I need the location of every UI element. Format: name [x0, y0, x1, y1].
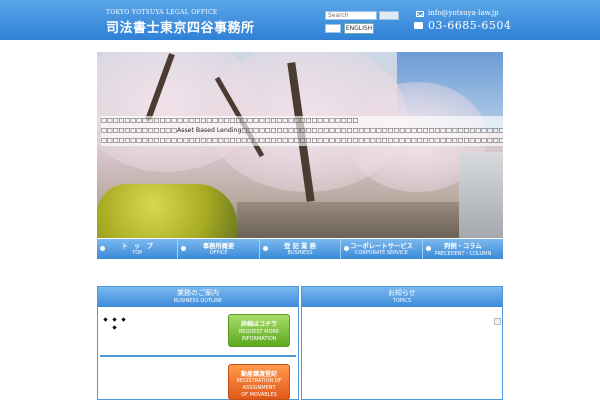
brand-logo[interactable]: 司法書士東京四谷事務所: [106, 17, 255, 36]
panel-divider: [100, 355, 296, 357]
nav-item-precedent-column[interactable]: 判例・コラム PRECEDENT・COLUMN: [422, 239, 504, 259]
button-label-en: REGISTRATION OF: [236, 378, 282, 384]
topics-scrollbar[interactable]: [494, 318, 501, 325]
button-label-en: OF MOVABLES: [241, 392, 277, 398]
nav-label-en: OFFICE: [209, 250, 228, 256]
main-nav: ト ッ プ TOP 事務所概要 OFFICE 登 記 業 務 BUSINESS …: [97, 239, 504, 259]
nav-label-en: BUSINESS: [287, 250, 313, 256]
hero-text: □□□□□□□□□□□□□□□□□□□□□□□□□□□□□□□□□□□□□□□□…: [101, 116, 503, 146]
nav-label-en: PRECEDENT・COLUMN: [434, 251, 492, 257]
nav-label-jp: ト ッ プ: [121, 243, 153, 250]
button-label-jp: 動産譲渡登記: [240, 371, 277, 378]
panel-header: お知らせ TOPICS: [302, 287, 502, 307]
search-button[interactable]: [379, 11, 399, 20]
search-input[interactable]: [325, 11, 377, 20]
panel-subtitle: TOPICS: [392, 298, 412, 304]
nav-label-jp: 事務所概要: [202, 243, 235, 250]
fax-phone-icon: [414, 22, 423, 29]
hero-yellow-flowers: [97, 184, 237, 238]
hero-building: [459, 152, 503, 238]
mail-icon: [416, 11, 424, 17]
request-information-button[interactable]: 詳細はコチラ REQUEST MORE INFORMATION: [228, 314, 290, 347]
panel-title: お知らせ: [388, 289, 416, 297]
nav-item-corporate-service[interactable]: コーポレートサービス CORPORATE SERVICE: [341, 239, 423, 259]
nav-label-en: CORPORATE SERVICE: [354, 250, 408, 256]
brand-name-english: TOKYO YOTSUYA LEGAL OFFICE: [106, 9, 218, 16]
english-button[interactable]: ENGLISH: [344, 23, 374, 34]
language-checkbox[interactable]: [325, 24, 341, 33]
panel-header: 業務のご案内 BUSINESS OUTLINE: [98, 287, 298, 307]
movables-registration-button[interactable]: 動産譲渡登記 REGISTRATION OF ASSIGNMENT OF MOV…: [228, 364, 290, 400]
nav-label-en: TOP: [132, 250, 143, 256]
nav-item-office[interactable]: 事務所概要 OFFICE: [178, 239, 260, 259]
email-link[interactable]: info@yotsuya-law.jp: [428, 9, 499, 17]
hero-text-line: □□□□□□□□□□□□□□□□□□□□□□□□□□□□□□□□□□□□□□□□…: [101, 136, 503, 146]
site-header: TOKYO YOTSUYA LEGAL OFFICE 司法書士東京四谷事務所 E…: [0, 0, 600, 40]
hero-text-line: □□□□□□□□□□□□□□□□□□□□□□□□□□□□□□□□□□□□□□□□…: [101, 116, 503, 126]
nav-label-jp: 登 記 業 務: [284, 243, 316, 250]
hero-ground: [237, 202, 459, 238]
button-label-en: REQUEST MORE: [238, 329, 280, 335]
nav-item-business[interactable]: 登 記 業 務 BUSINESS: [259, 239, 342, 259]
button-label-en: ASSIGNMENT: [242, 385, 276, 391]
panel-subtitle: BUSINESS OUTLINE: [173, 298, 223, 304]
nav-label-jp: 判例・コラム: [444, 243, 482, 250]
phone-number: 03-6685-6504: [428, 19, 512, 32]
topics-panel: お知らせ TOPICS: [301, 286, 503, 400]
hero-image: □□□□□□□□□□□□□□□□□□□□□□□□□□□□□□□□□□□□□□□□…: [97, 52, 503, 238]
nav-label-jp: コーポレートサービス: [349, 243, 413, 250]
button-label-jp: 詳細はコチラ: [240, 321, 277, 328]
button-label-en: INFORMATION: [241, 336, 277, 342]
nav-item-top[interactable]: ト ッ プ TOP: [97, 239, 179, 259]
panel-title: 業務のご案内: [177, 289, 219, 297]
hero-text-line: □□□□□□□□□□□□□Asset Based Lending□□□□□□□□…: [101, 126, 503, 136]
